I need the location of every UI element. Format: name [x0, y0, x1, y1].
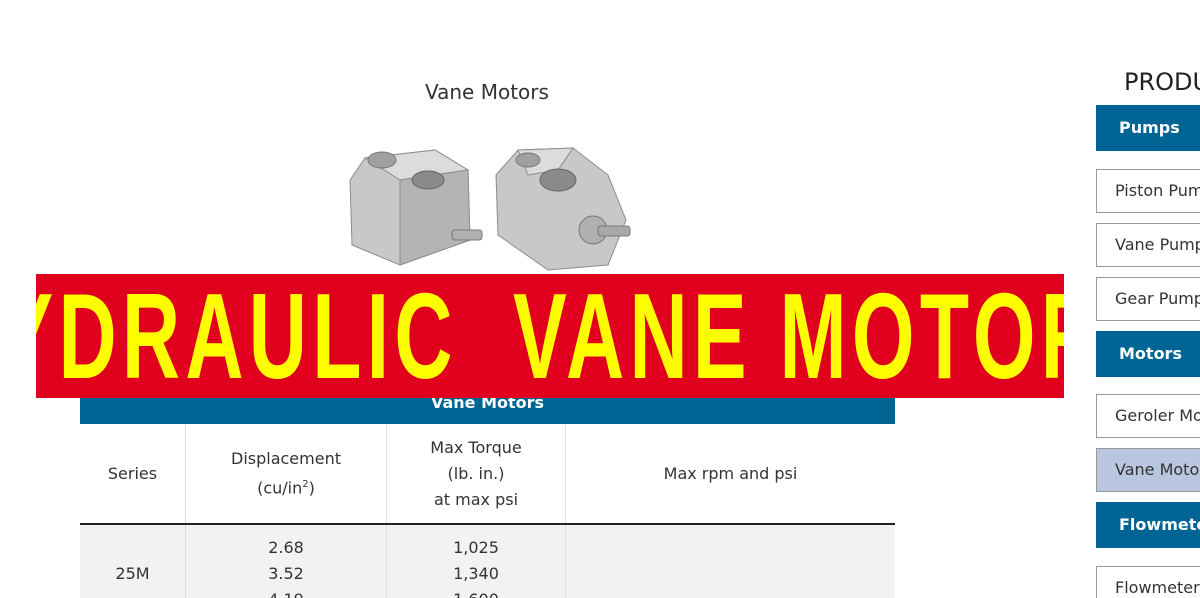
title-banner: HYDRAULIC VANE MOTORS: [36, 274, 1064, 398]
cell-torque: 1,0251,3401,600: [386, 524, 566, 598]
cell-displacement: 2.683.524.19: [185, 524, 387, 598]
vane-motors-table: Vane Motors Series Displacement (cu/in2) …: [80, 390, 895, 598]
vane-motor-image-2: [495, 147, 631, 271]
header-max-rpm-psi: Max rpm and psi: [565, 424, 895, 525]
table-row: 25M 2.683.524.19 1,0251,3401,600: [80, 524, 895, 598]
sidebar-title: PRODUCTS: [1124, 68, 1200, 96]
page-title: Vane Motors: [425, 80, 549, 104]
sidebar-item-geroler-motors[interactable]: Geroler Motors: [1096, 394, 1200, 438]
sidebar-item-flowmeters[interactable]: Flowmeters: [1096, 566, 1200, 598]
header-max-torque: Max Torque (lb. in.) at max psi: [386, 424, 566, 525]
sidebar-item-vane-pumps[interactable]: Vane Pumps: [1096, 223, 1200, 267]
cell-rpm: [565, 524, 895, 598]
category-pumps[interactable]: Pumps: [1096, 105, 1200, 151]
cell-series: 25M: [80, 524, 186, 598]
products-sidebar: PRODUCTS Pumps Piston Pumps Vane Pumps G…: [1096, 60, 1200, 598]
banner-text: HYDRAULIC VANE MOTORS: [36, 274, 1064, 398]
header-displacement: Displacement (cu/in2): [185, 424, 387, 525]
category-motors[interactable]: Motors: [1096, 331, 1200, 377]
sidebar-item-piston-pumps[interactable]: Piston Pumps: [1096, 169, 1200, 213]
header-series: Series: [80, 424, 186, 525]
sidebar-item-gear-pumps[interactable]: Gear Pumps: [1096, 277, 1200, 321]
vane-motor-image-1: [349, 149, 483, 266]
category-flowmeters[interactable]: Flowmeters: [1096, 502, 1200, 548]
sidebar-item-vane-motors[interactable]: Vane Motors: [1096, 448, 1200, 492]
table-header-row: Series Displacement (cu/in2) Max Torque (l…: [80, 424, 895, 525]
